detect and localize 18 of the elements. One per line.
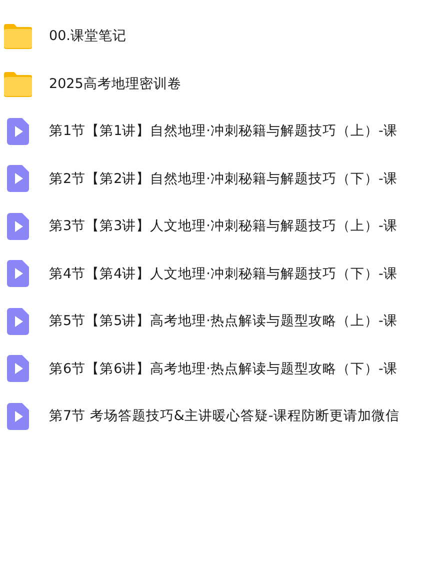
video-file-icon — [7, 118, 29, 145]
file-name[interactable]: 第5节【第5讲】高考地理·热点解读与题型攻略（上）-课 — [49, 312, 398, 330]
file-name[interactable]: 第6节【第6讲】高考地理·热点解读与题型攻略（下）-课 — [49, 360, 398, 378]
file-name[interactable]: 第3节【第3讲】人文地理·冲刺秘籍与解题技巧（上）-课 — [49, 217, 398, 236]
video-file-icon — [7, 308, 29, 335]
file-name[interactable]: 第1节【第1讲】自然地理·冲刺秘籍与解题技巧（上）-课 — [49, 122, 398, 140]
folder-icon — [3, 23, 33, 50]
file-name[interactable]: 第4节【第4讲】人文地理·冲刺秘籍与解题技巧（下）-课 — [49, 264, 398, 283]
video-file-icon — [7, 212, 29, 240]
folder-name[interactable]: 00.课堂笔记 — [49, 27, 126, 46]
folder-icon — [3, 70, 33, 97]
video-file-icon — [7, 165, 29, 192]
folder-name[interactable]: 2025高考地理密训卷 — [49, 74, 182, 93]
video-file-icon — [7, 402, 29, 430]
file-name[interactable]: 第2节【第2讲】自然地理·冲刺秘籍与解题技巧（下）-课 — [49, 170, 398, 188]
video-file-icon — [7, 355, 29, 382]
video-file-icon — [7, 260, 29, 288]
file-name[interactable]: 第7节 考场答题技巧&主讲暖心答疑-课程防断更请加微信 — [49, 407, 400, 426]
